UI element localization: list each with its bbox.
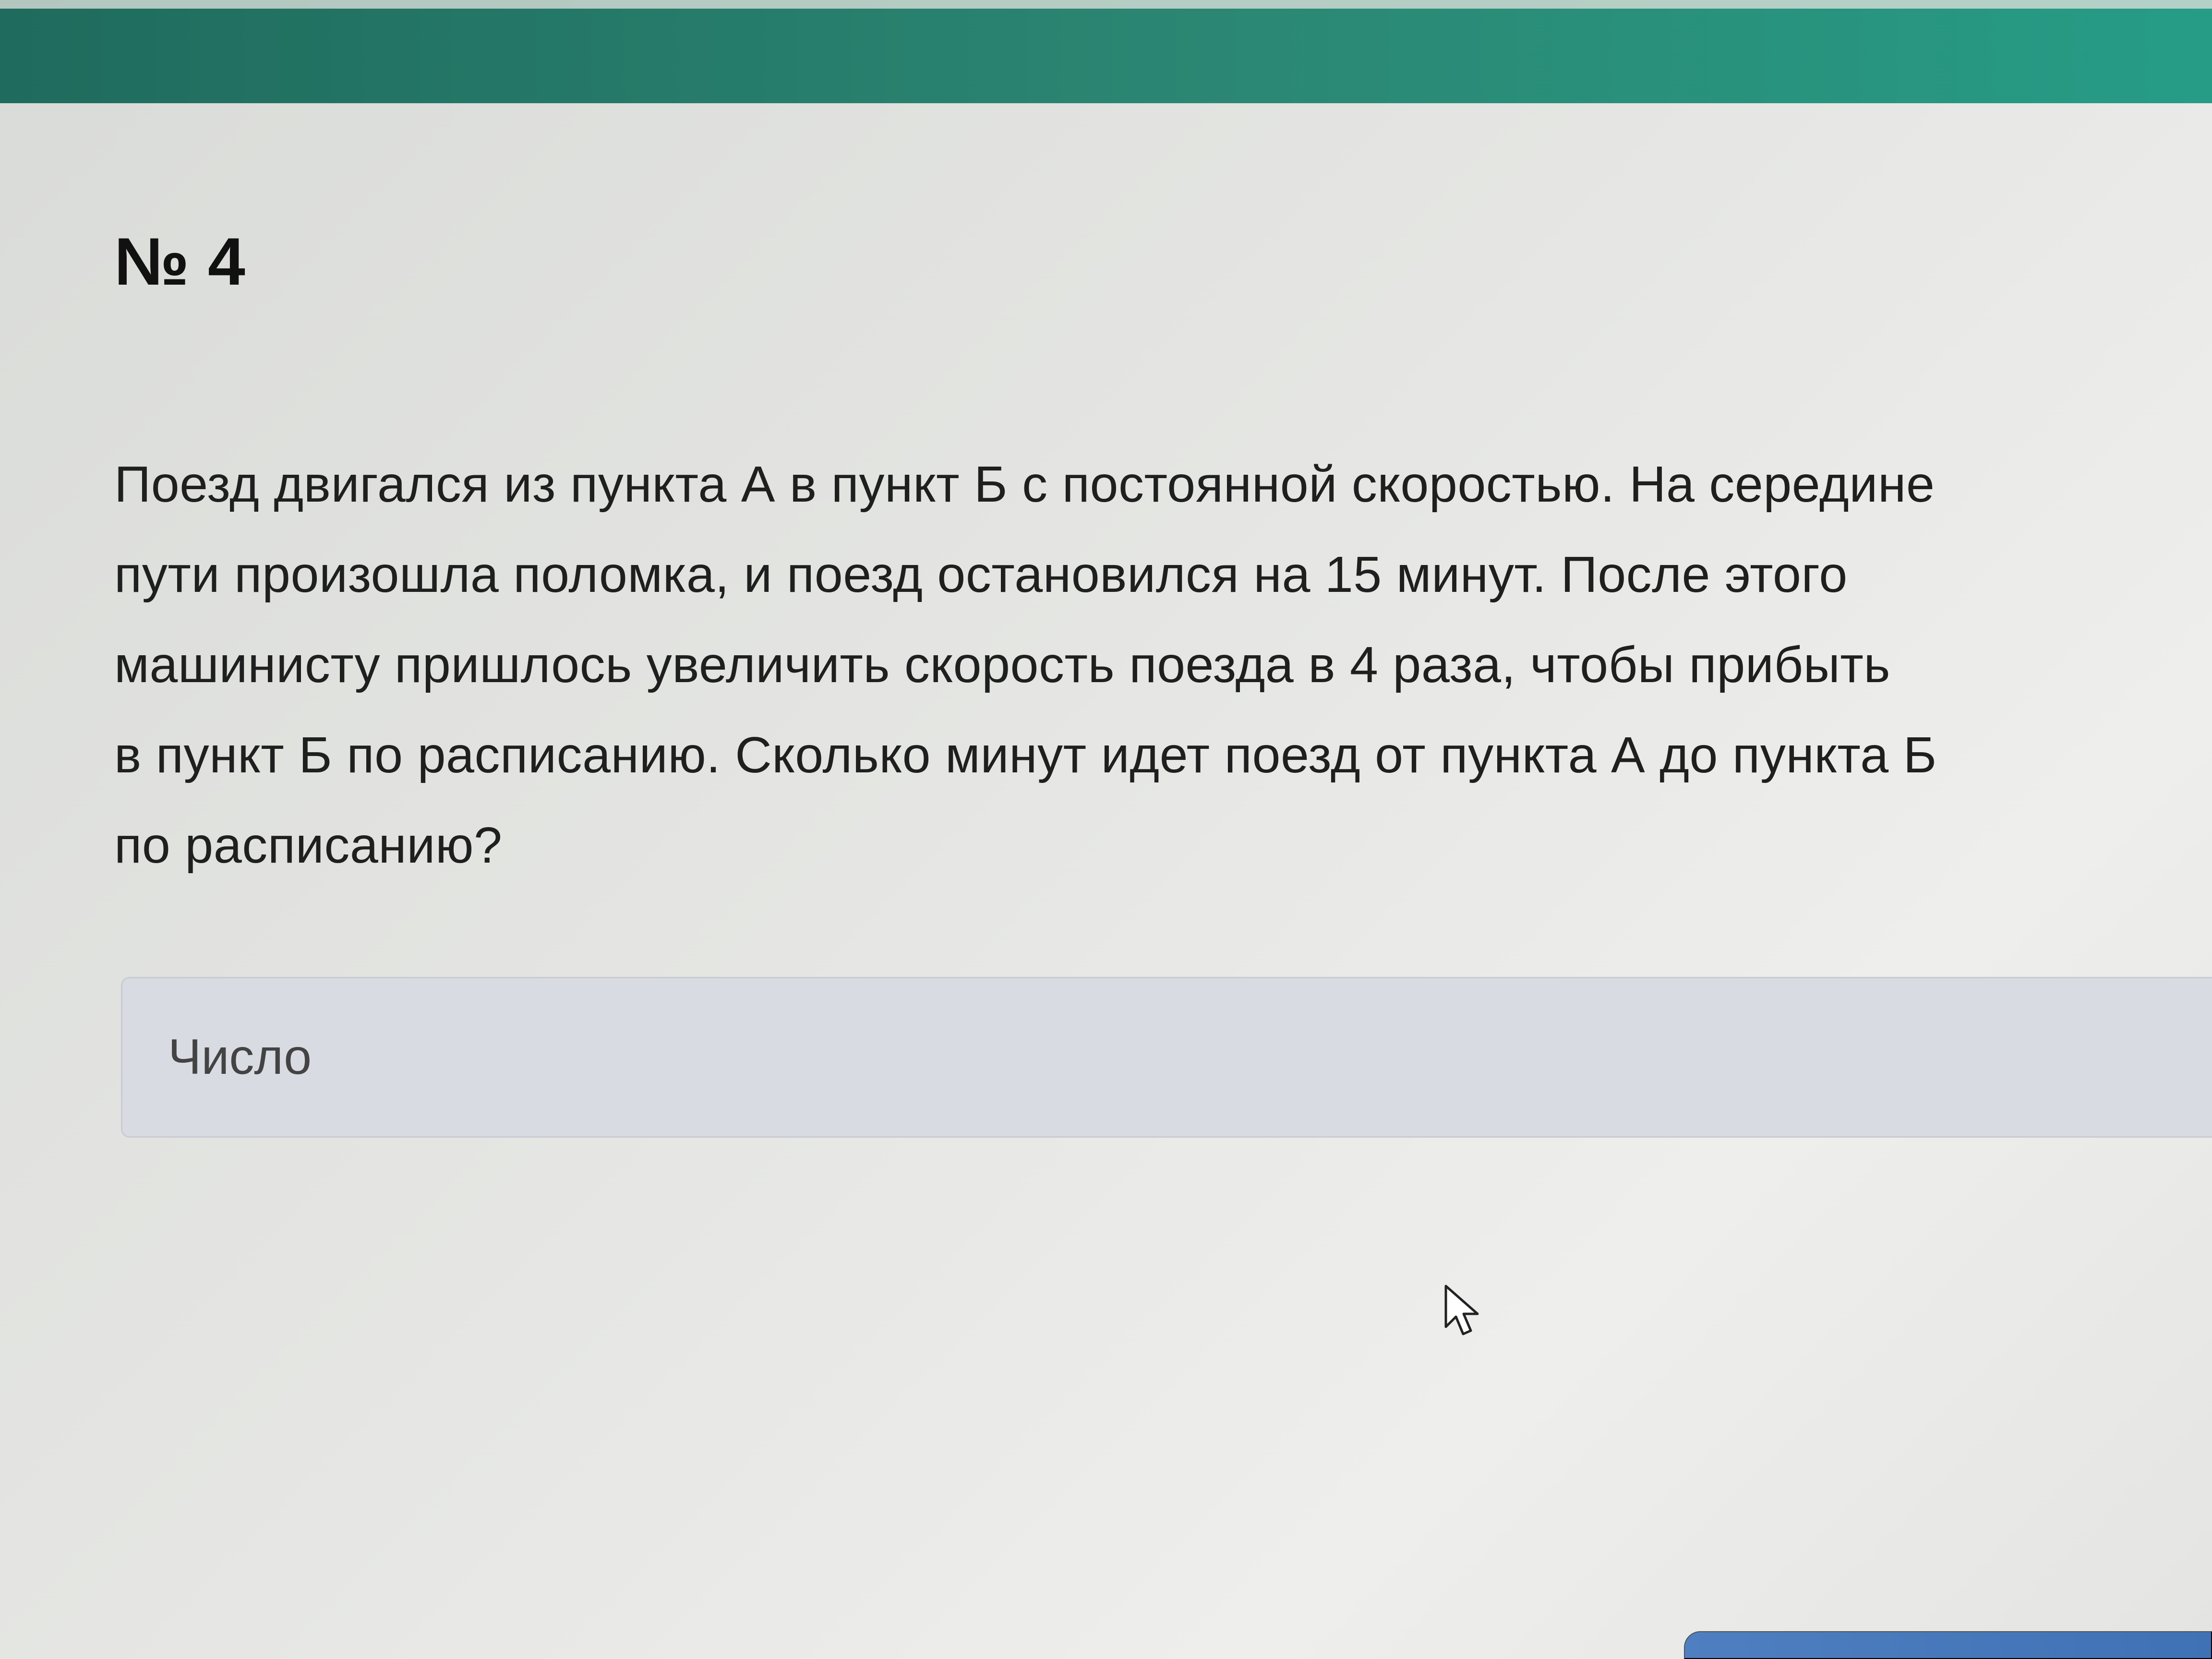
problem-line: по расписанию? (114, 817, 503, 874)
problem-line: в пункт Б по расписанию. Сколько минут и… (114, 727, 1937, 783)
problem-statement: Поезд двигался из пункта А в пункт Б с п… (114, 439, 2140, 890)
problem-line: машинисту пришлось увеличить скорость по… (114, 637, 1891, 693)
problem-line: Поезд двигался из пункта А в пункт Б с п… (114, 456, 1935, 513)
task-page: № 4 Поезд двигался из пункта А в пункт Б… (0, 103, 2212, 1659)
bottom-action-button[interactable] (1684, 1631, 2212, 1659)
task-number: № 4 (114, 224, 245, 299)
problem-line: пути произошла поломка, и поезд останови… (114, 546, 1848, 603)
top-header-bar (0, 0, 2212, 103)
mouse-pointer-icon (1444, 1285, 1479, 1335)
answer-number-input[interactable] (121, 977, 2212, 1138)
